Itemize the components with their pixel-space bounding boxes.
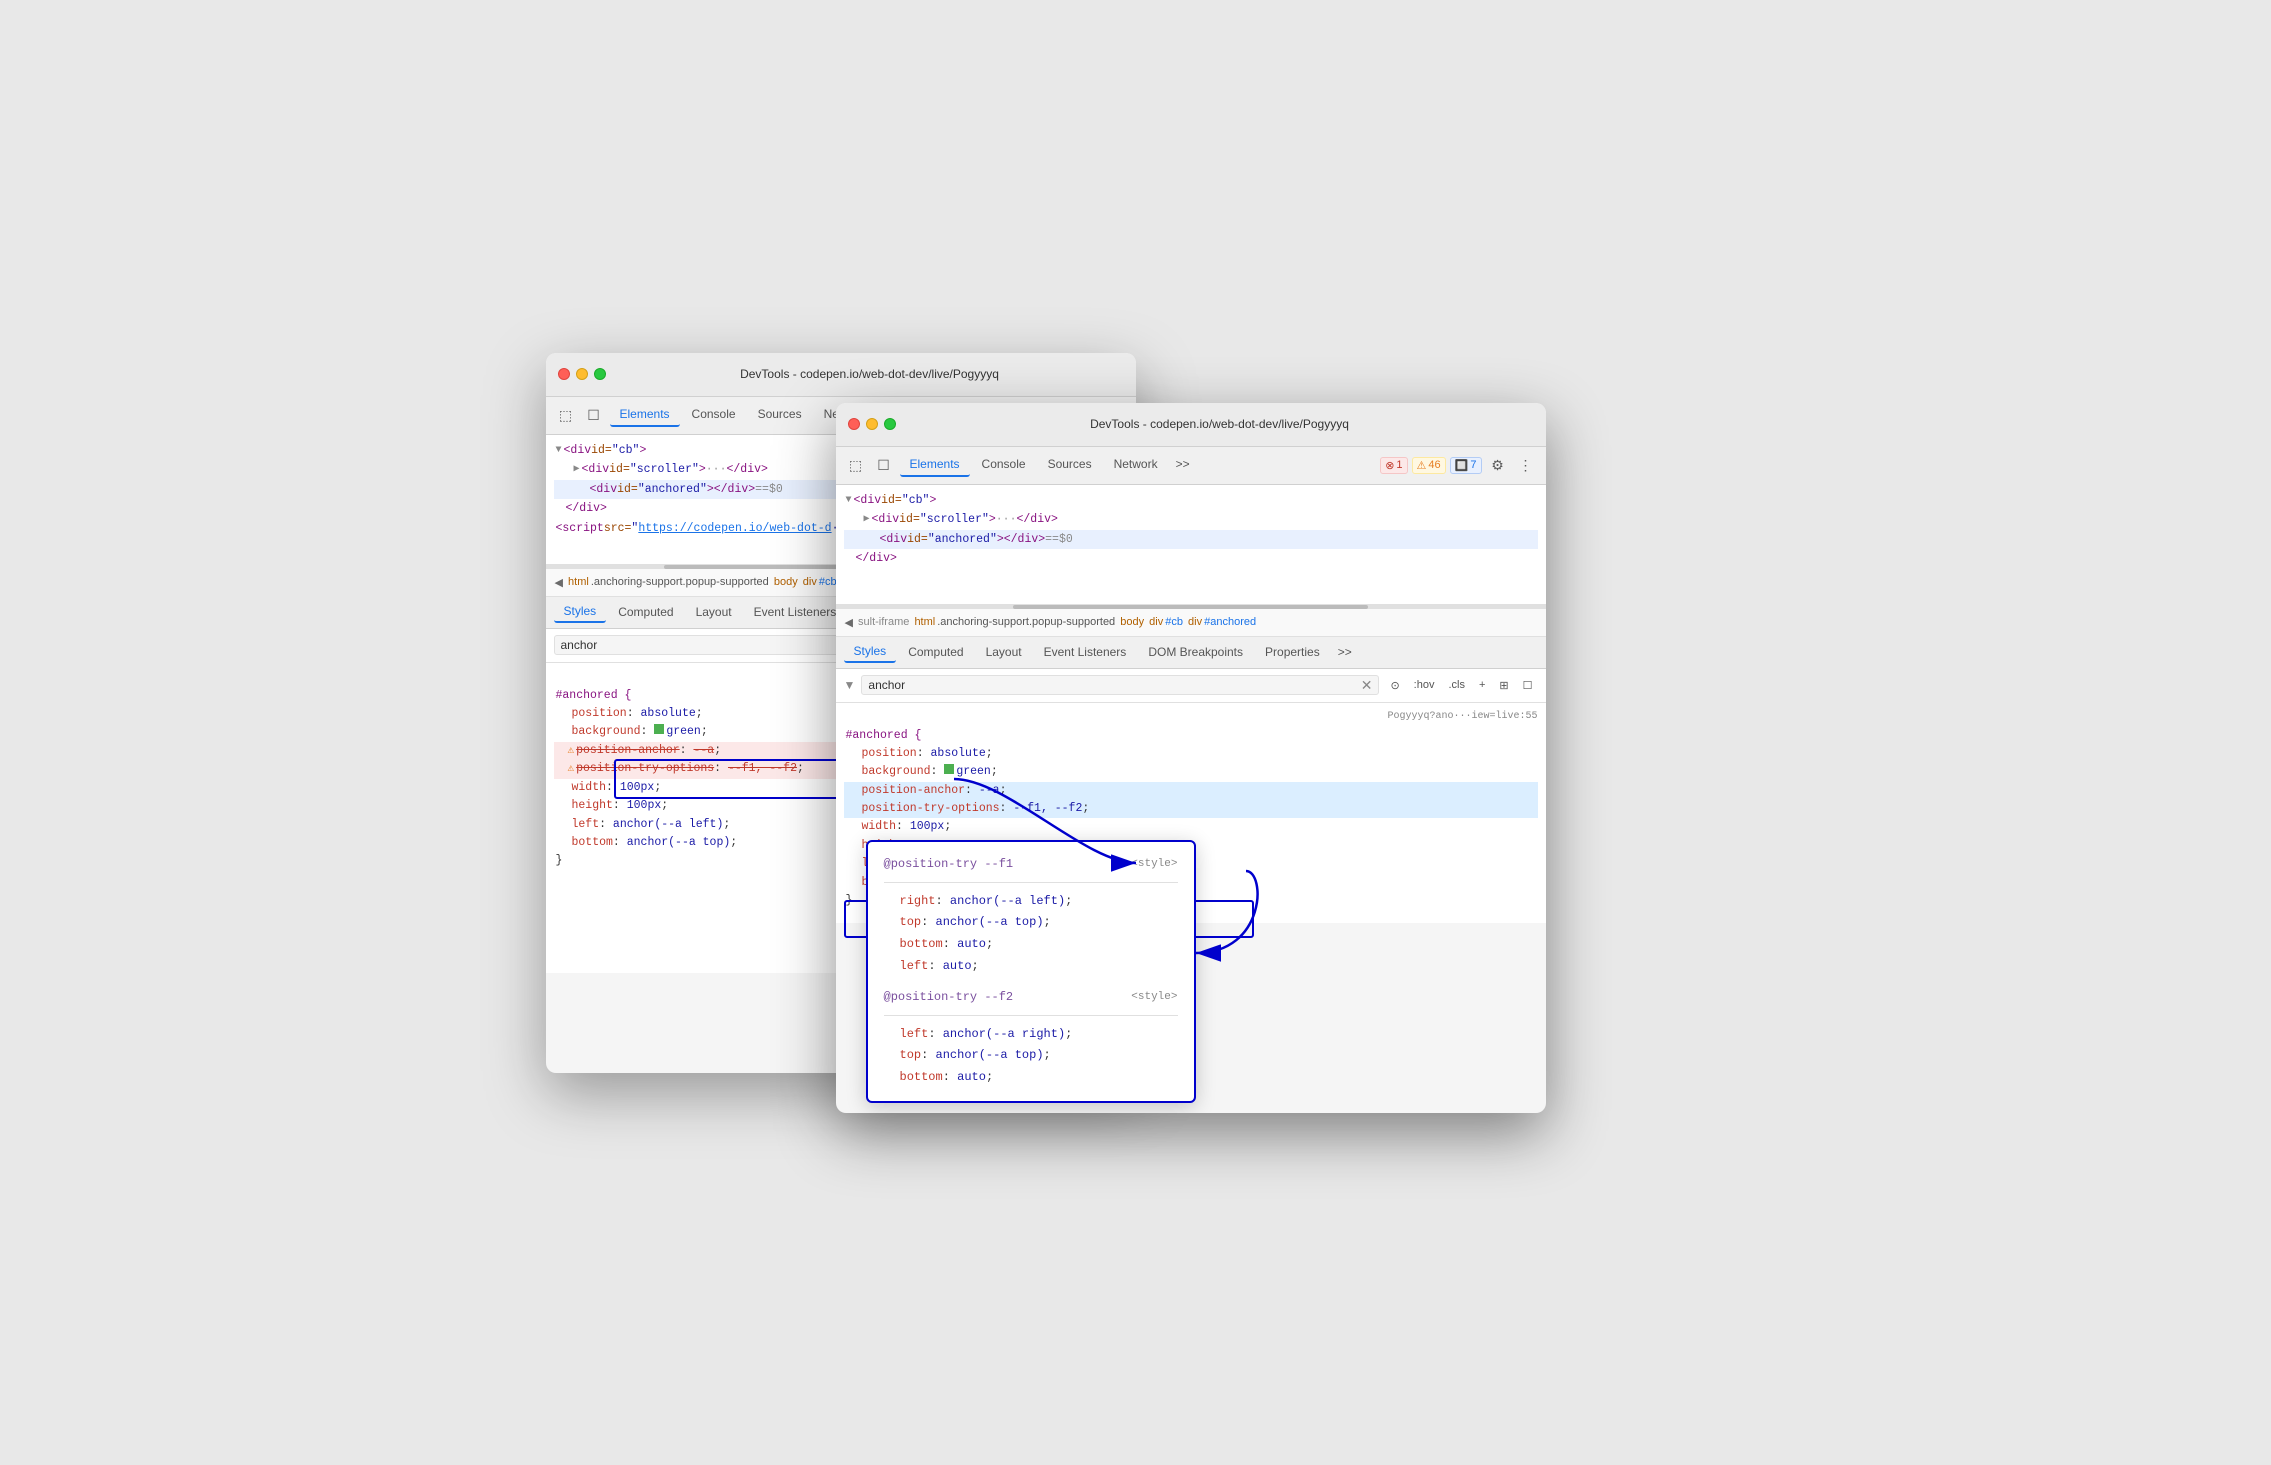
badge-error: ⊗ 1	[1380, 457, 1407, 474]
search-cls-front[interactable]: .cls	[1443, 676, 1470, 695]
error-count: 1	[1396, 459, 1402, 471]
search-layout-front[interactable]: ☐	[1518, 676, 1538, 695]
tab-sources-back[interactable]: Sources	[748, 403, 812, 427]
tab-network-front[interactable]: Network	[1104, 453, 1168, 477]
subtab-computed-front[interactable]: Computed	[898, 642, 973, 662]
css-selector-front: #anchored {	[844, 727, 1538, 745]
tooltip-prop-top2: top: anchor(--a top);	[900, 1045, 1178, 1067]
css-prop-position-front: position : absolute ;	[844, 745, 1538, 763]
screenshot-container: DevTools - codepen.io/web-dot-dev/live/P…	[546, 353, 1726, 1113]
toolbar-more-front[interactable]: >>	[1170, 453, 1196, 477]
subtab-layout-front[interactable]: Layout	[976, 642, 1032, 662]
warning-count: 46	[1428, 459, 1440, 471]
info-count: 7	[1470, 459, 1476, 471]
tooltip-prop-bottom2: bottom: auto;	[900, 1067, 1178, 1089]
tab-elements-front[interactable]: Elements	[900, 453, 970, 477]
css-prop-anchor-front: position-anchor : --a ;	[844, 782, 1538, 800]
tab-sources-front[interactable]: Sources	[1038, 453, 1102, 477]
traffic-lights-front	[848, 418, 896, 430]
subtab-eventlisteners-front[interactable]: Event Listeners	[1034, 642, 1137, 662]
search-clear-front[interactable]: ✕	[1361, 678, 1373, 692]
title-bar-back: DevTools - codepen.io/web-dot-dev/live/P…	[546, 353, 1136, 397]
badge-warning: ⚠ 46	[1412, 457, 1446, 474]
search-tools-front: ⊙ :hov .cls + ⊞ ☐	[1385, 676, 1537, 695]
close-button-back[interactable]	[558, 368, 570, 380]
dom-line-anchored-front[interactable]: <div id="anchored"></div> == $0	[844, 530, 1538, 550]
tab-console-back[interactable]: Console	[682, 403, 746, 427]
error-icon: ⊗	[1385, 459, 1394, 472]
error-badges-front: ⊗ 1 ⚠ 46 🔲 7 ⚙ ⋮	[1380, 453, 1537, 477]
toolbar-tabs-front: Elements Console Sources Network >>	[900, 453, 1377, 477]
inspect-icon-front[interactable]: ⬚	[844, 453, 868, 477]
css-prop-try-options-front: position-try-options : --f1, --f2 ;	[844, 800, 1538, 818]
settings-icon[interactable]: ⚙	[1486, 453, 1510, 477]
filter-icon-front: ▼	[844, 678, 856, 692]
search-bar-front: ▼ ✕ ⊙ :hov .cls + ⊞ ☐	[836, 669, 1546, 703]
subtab-dombreakpoints-front[interactable]: DOM Breakpoints	[1138, 642, 1253, 662]
subtab-styles-front[interactable]: Styles	[844, 641, 897, 663]
traffic-lights-back	[558, 368, 606, 380]
tooltip-prop-left1: left: auto;	[900, 956, 1178, 978]
search-refresh-front[interactable]: ⊞	[1494, 676, 1513, 695]
search-input-front[interactable]	[868, 678, 1356, 692]
inspect-icon[interactable]: ⬚	[554, 403, 578, 427]
window-title-back: DevTools - codepen.io/web-dot-dev/live/P…	[616, 367, 1124, 381]
search-add-front[interactable]: +	[1474, 676, 1490, 695]
subtab-more-front[interactable]: >>	[1332, 641, 1358, 663]
at-rule-f2: @position-try --f2	[884, 987, 1014, 1009]
tab-elements-back[interactable]: Elements	[610, 403, 680, 427]
tab-console-front[interactable]: Console	[972, 453, 1036, 477]
dom-line-scroller-front[interactable]: ▶ <div id="scroller"> ··· </div>	[844, 510, 1538, 530]
style-link-2[interactable]: <style>	[1131, 988, 1177, 1008]
menu-icon[interactable]: ⋮	[1514, 453, 1538, 477]
style-link-1[interactable]: <style>	[1131, 855, 1177, 875]
sub-toolbar-front: Styles Computed Layout Event Listeners D…	[836, 637, 1546, 669]
subtab-eventlisteners-back[interactable]: Event Listeners	[744, 602, 847, 622]
search-tool-icon-front[interactable]: ⊙	[1385, 676, 1404, 695]
breadcrumb-front: ◀ sult-iframe html.anchoring-support.pop…	[836, 609, 1546, 637]
warning-icon: ⚠	[1417, 459, 1427, 472]
search-hov-front[interactable]: :hov	[1409, 676, 1440, 695]
css-prop-background-front: background : green ;	[844, 763, 1538, 781]
subtab-styles-back[interactable]: Styles	[554, 601, 607, 623]
tooltip-prop-bottom1: bottom: auto;	[900, 934, 1178, 956]
subtab-properties-front[interactable]: Properties	[1255, 642, 1330, 662]
dom-tree-front: ▼ <div id="cb"> ▶ <div id="scroller"> ··…	[836, 485, 1546, 605]
title-bar-front: DevTools - codepen.io/web-dot-dev/live/P…	[836, 403, 1546, 447]
dom-line-cb-front[interactable]: ▼ <div id="cb">	[844, 491, 1538, 511]
close-button-front[interactable]	[848, 418, 860, 430]
subtab-computed-back[interactable]: Computed	[608, 602, 683, 622]
maximize-button-back[interactable]	[594, 368, 606, 380]
badge-info: 🔲 7	[1450, 457, 1482, 474]
info-icon: 🔲	[1455, 459, 1469, 472]
position-try-tooltip: @position-try --f1 <style> right: anchor…	[866, 840, 1196, 1102]
devtools-window-front: DevTools - codepen.io/web-dot-dev/live/P…	[836, 403, 1546, 1113]
maximize-button-front[interactable]	[884, 418, 896, 430]
device-icon[interactable]: ☐	[582, 403, 606, 427]
minimize-button-back[interactable]	[576, 368, 588, 380]
tooltip-prop-left2: left: anchor(--a right);	[900, 1024, 1178, 1046]
device-icon-front[interactable]: ☐	[872, 453, 896, 477]
at-rule-f1: @position-try --f1	[884, 854, 1014, 876]
scroll-indicator-front	[836, 605, 1546, 609]
window-title-front: DevTools - codepen.io/web-dot-dev/live/P…	[906, 417, 1534, 431]
tooltip-prop-right: right: anchor(--a left);	[900, 891, 1178, 913]
css-prop-width-front: width : 100px ;	[844, 818, 1538, 836]
main-toolbar-front: ⬚ ☐ Elements Console Sources Network >> …	[836, 447, 1546, 485]
tooltip-prop-top1: top: anchor(--a top);	[900, 912, 1178, 934]
source-link-front: Pogyyyq?ano···iew=live:55	[844, 709, 1538, 725]
subtab-layout-back[interactable]: Layout	[686, 602, 742, 622]
search-input-wrapper-front: ✕	[861, 675, 1379, 695]
minimize-button-front[interactable]	[866, 418, 878, 430]
dom-line-divclose-front[interactable]: </div>	[844, 549, 1538, 569]
